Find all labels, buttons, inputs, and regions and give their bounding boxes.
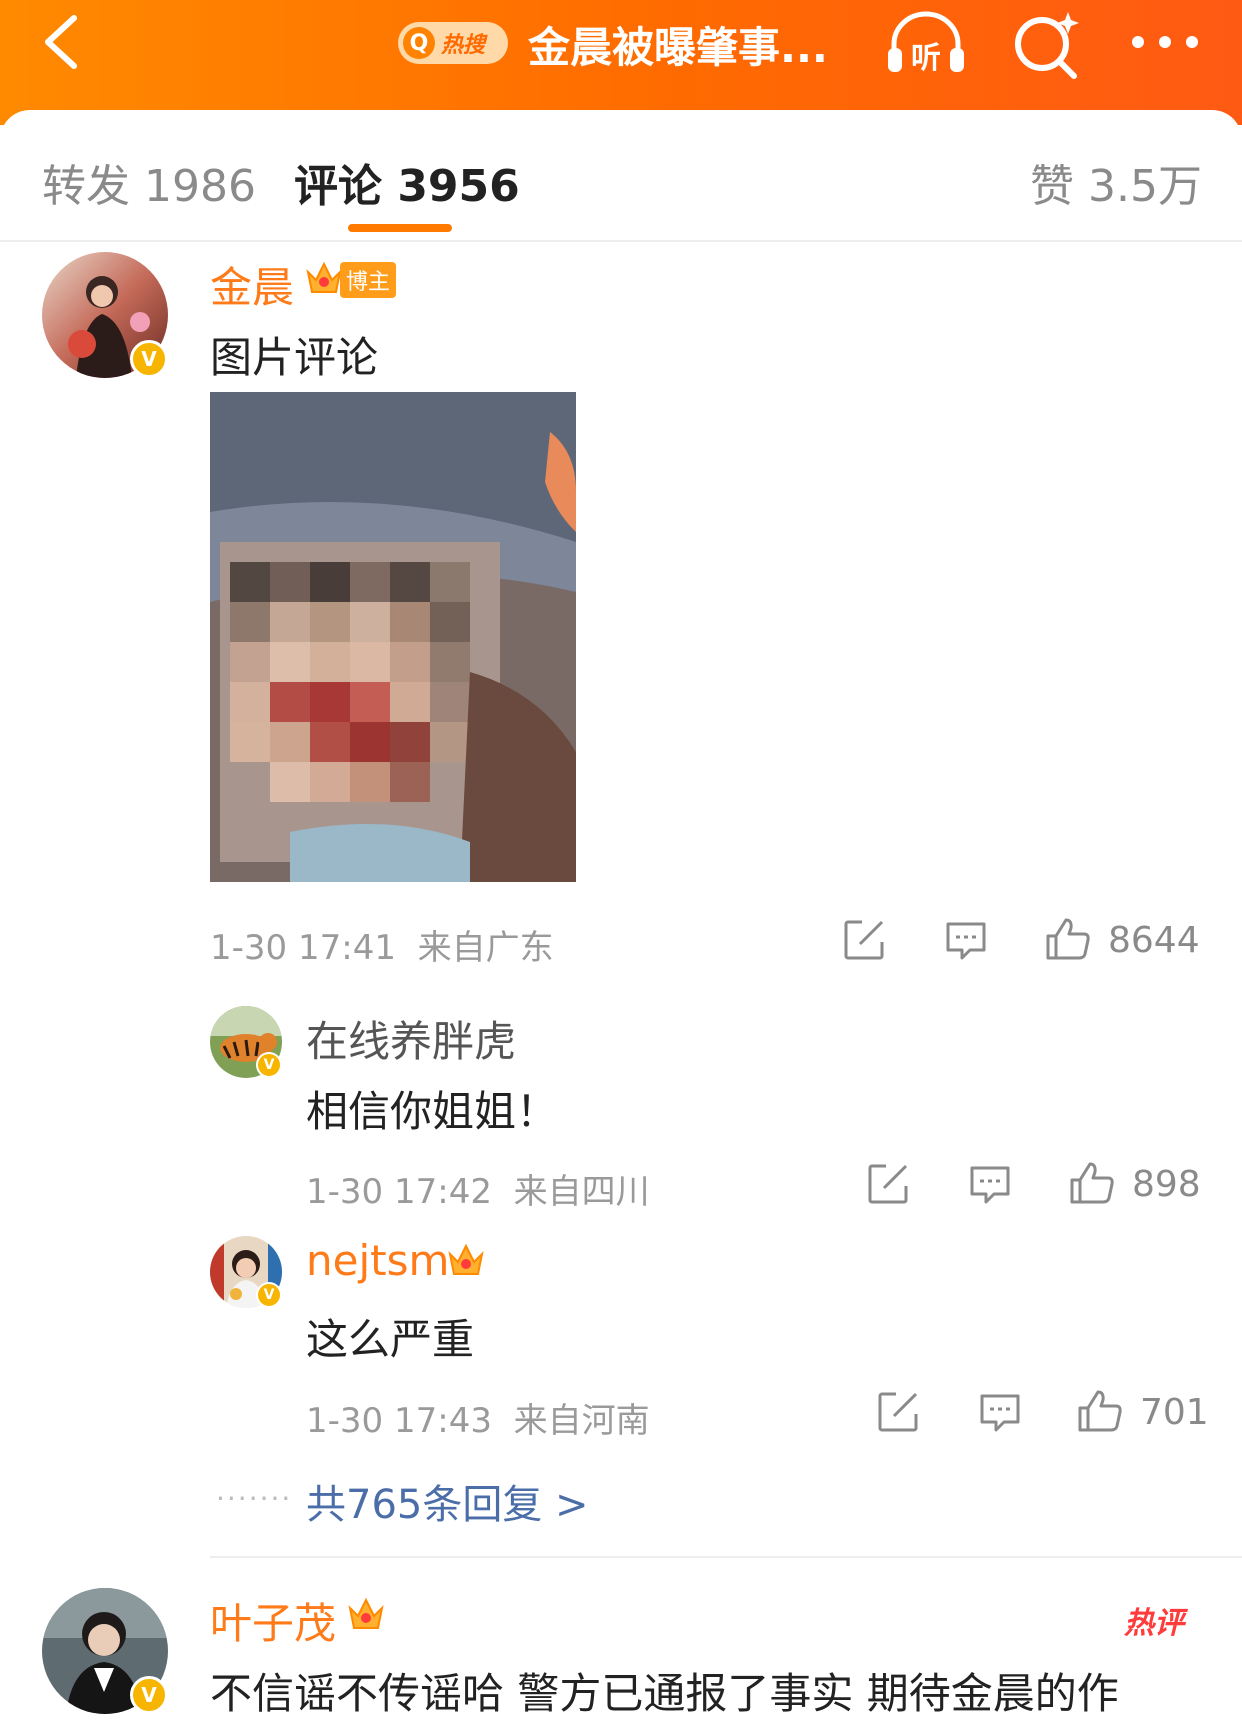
like-icon[interactable] — [1044, 916, 1092, 962]
crown-icon — [348, 1597, 384, 1629]
comment-username[interactable]: 叶子茂 — [210, 1590, 336, 1651]
like-count: 8644 — [1108, 920, 1200, 961]
crown-icon — [448, 1243, 484, 1275]
svg-text:听: 听 — [911, 41, 941, 76]
verified-icon: V — [130, 340, 168, 378]
reply-time: 1-30 17:43 来自河南 — [306, 1401, 650, 1441]
blogger-badge: 博主 — [340, 262, 397, 298]
share-icon[interactable] — [866, 1162, 910, 1206]
more-replies-link[interactable]: 共765条回复 > — [306, 1472, 589, 1530]
like-count: 898 — [1132, 1164, 1201, 1205]
search-sparkle-icon[interactable] — [1010, 8, 1082, 80]
comment-time: 1-30 17:41 来自广东 — [210, 928, 554, 968]
comment-username[interactable]: 金晨 — [210, 254, 294, 315]
tab-repost[interactable]: 转发 1986 — [42, 150, 256, 214]
reply-text: 相信你姐姐！ — [306, 1087, 559, 1136]
verified-icon: V — [130, 1676, 168, 1714]
active-tab-indicator — [348, 224, 452, 232]
like-count: 701 — [1140, 1392, 1209, 1433]
share-icon[interactable] — [876, 1390, 920, 1434]
like-icon[interactable] — [1068, 1160, 1116, 1206]
headphones-icon[interactable]: 听 — [884, 8, 968, 78]
tab-like[interactable]: 赞 3.5万 — [1030, 150, 1202, 214]
comment-text: 图片评论 — [210, 333, 379, 382]
crown-icon — [306, 261, 342, 293]
hot-search-label: 热搜 — [441, 33, 486, 58]
page-title: 金晨被曝肇事... — [528, 23, 828, 72]
divider — [210, 1556, 1242, 1558]
divider — [0, 240, 1242, 242]
more-icon[interactable] — [1130, 28, 1200, 56]
reply-time: 1-30 17:42 来自四川 — [306, 1172, 650, 1212]
comment-icon[interactable] — [944, 920, 988, 962]
replies-dots: ······· — [216, 1482, 293, 1515]
comment-icon[interactable] — [968, 1164, 1012, 1206]
comment-text: 不信谣不传谣哈 警方已通报了事实 期待金晨的作 — [210, 1669, 1119, 1718]
top-bar: Q 热搜 金晨被曝肇事... 听 — [0, 0, 1242, 125]
reply-username[interactable]: nejtsm — [306, 1236, 449, 1285]
comment-icon[interactable] — [978, 1392, 1022, 1434]
search-icon: Q — [403, 27, 435, 59]
back-icon[interactable] — [34, 12, 94, 72]
reply-text: 这么严重 — [306, 1315, 475, 1364]
tabs-bar: 转发 1986 评论 3956 赞 3.5万 — [0, 110, 1242, 240]
weibo-comments-page: Q 热搜 金晨被曝肇事... 听 转发 1986 评论 3956 赞 3.5万 — [0, 0, 1242, 1730]
hot-search-pill[interactable]: Q 热搜 — [398, 22, 508, 64]
reply-username[interactable]: 在线养胖虎 — [306, 1008, 516, 1069]
verified-icon: V — [256, 1052, 282, 1078]
verified-icon: V — [256, 1282, 282, 1308]
hot-comment-tag: 热评 — [1124, 1606, 1184, 1641]
comment-image[interactable] — [210, 392, 576, 882]
like-icon[interactable] — [1076, 1388, 1124, 1434]
tab-comment[interactable]: 评论 3956 — [294, 150, 520, 214]
share-icon[interactable] — [842, 918, 886, 962]
